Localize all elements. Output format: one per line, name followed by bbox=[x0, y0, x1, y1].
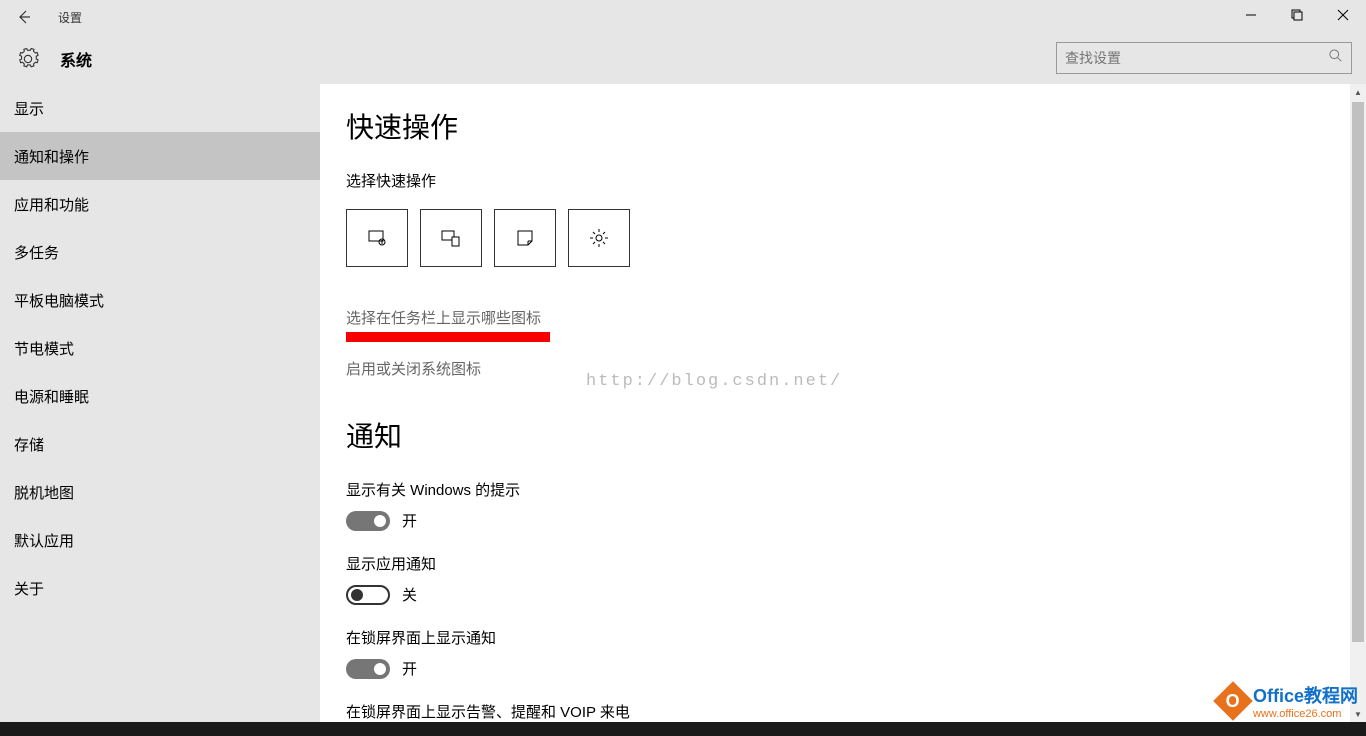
tile-tablet[interactable] bbox=[346, 209, 408, 267]
highlight-underline bbox=[346, 332, 550, 342]
sidebar-item-multitask[interactable]: 多任务 bbox=[0, 228, 320, 276]
tile-connect[interactable] bbox=[420, 209, 482, 267]
quick-action-tiles bbox=[346, 209, 1220, 267]
link-system-icons[interactable]: 启用或关闭系统图标 bbox=[346, 358, 481, 379]
header: 系统 bbox=[0, 34, 1366, 84]
quick-actions-heading: 快速操作 bbox=[346, 106, 1220, 146]
choose-quick-actions-label: 选择快速操作 bbox=[346, 170, 1220, 191]
back-button[interactable] bbox=[0, 0, 48, 34]
sidebar-item-notifications[interactable]: 通知和操作 bbox=[0, 132, 320, 180]
logo-watermark: O Office教程网 www.office26.com bbox=[1219, 682, 1358, 720]
main: 显示 通知和操作 应用和功能 多任务 平板电脑模式 节电模式 电源和睡眠 存储 … bbox=[0, 84, 1366, 722]
taskbar bbox=[0, 722, 1366, 736]
sidebar-item-storage[interactable]: 存储 bbox=[0, 420, 320, 468]
settings-icon bbox=[587, 226, 611, 250]
toggle-label: 在锁屏界面上显示通知 bbox=[346, 627, 1220, 648]
sidebar: 显示 通知和操作 应用和功能 多任务 平板电脑模式 节电模式 电源和睡眠 存储 … bbox=[0, 84, 320, 722]
sidebar-item-default-apps[interactable]: 默认应用 bbox=[0, 516, 320, 564]
notifications-heading: 通知 bbox=[346, 415, 1220, 455]
minimize-button[interactable] bbox=[1228, 0, 1274, 30]
sidebar-item-power[interactable]: 电源和睡眠 bbox=[0, 372, 320, 420]
toggle-windows-tips: 显示有关 Windows 的提示 开 bbox=[346, 479, 1220, 531]
toggle-label: 显示有关 Windows 的提示 bbox=[346, 479, 1220, 500]
toggle-lockscreen-notifications: 在锁屏界面上显示通知 开 bbox=[346, 627, 1220, 679]
toggle-switch[interactable] bbox=[346, 585, 390, 605]
toggle-label: 显示应用通知 bbox=[346, 553, 1220, 574]
toggle-app-notifications: 显示应用通知 关 bbox=[346, 553, 1220, 605]
sidebar-item-battery[interactable]: 节电模式 bbox=[0, 324, 320, 372]
tile-note[interactable] bbox=[494, 209, 556, 267]
toggle-state-text: 开 bbox=[402, 658, 417, 679]
tile-settings[interactable] bbox=[568, 209, 630, 267]
logo-badge: O bbox=[1213, 681, 1253, 721]
toggle-lockscreen-alerts: 在锁屏界面上显示告警、提醒和 VOIP 来电 开 bbox=[346, 701, 1220, 722]
sidebar-item-apps[interactable]: 应用和功能 bbox=[0, 180, 320, 228]
search-icon bbox=[1329, 49, 1343, 68]
sidebar-item-display[interactable]: 显示 bbox=[0, 84, 320, 132]
tablet-icon bbox=[365, 226, 389, 250]
connect-icon bbox=[439, 226, 463, 250]
sidebar-item-about[interactable]: 关于 bbox=[0, 564, 320, 612]
logo-text-2: www.office26.com bbox=[1253, 708, 1358, 720]
toggle-label: 在锁屏界面上显示告警、提醒和 VOIP 来电 bbox=[346, 701, 1220, 722]
logo-text-1: Office教程网 bbox=[1253, 682, 1358, 708]
note-icon bbox=[513, 226, 537, 250]
search-input[interactable] bbox=[1065, 50, 1329, 66]
scroll-up-icon[interactable]: ▲ bbox=[1350, 84, 1366, 100]
toggle-switch[interactable] bbox=[346, 659, 390, 679]
header-title: 系统 bbox=[60, 47, 92, 71]
arrow-left-icon bbox=[14, 7, 34, 27]
maximize-button[interactable] bbox=[1274, 0, 1320, 30]
gear-icon bbox=[10, 48, 46, 70]
toggle-switch[interactable] bbox=[346, 511, 390, 531]
window-title: 设置 bbox=[58, 9, 82, 26]
window-controls bbox=[1228, 0, 1366, 30]
sidebar-item-maps[interactable]: 脱机地图 bbox=[0, 468, 320, 516]
watermark-text: http://blog.csdn.net/ bbox=[586, 372, 842, 391]
toggle-state-text: 关 bbox=[402, 584, 417, 605]
close-button[interactable] bbox=[1320, 0, 1366, 30]
sidebar-item-tablet[interactable]: 平板电脑模式 bbox=[0, 276, 320, 324]
toggle-state-text: 开 bbox=[402, 510, 417, 531]
scrollbar[interactable]: ▲ ▼ bbox=[1350, 84, 1366, 722]
search-box[interactable] bbox=[1056, 42, 1352, 74]
scrollbar-thumb[interactable] bbox=[1352, 102, 1364, 642]
titlebar: 设置 bbox=[0, 0, 1366, 34]
content-area: 快速操作 选择快速操作 选择在任务栏上显示哪些图标 启用或关闭系统图标 通知 显… bbox=[320, 84, 1366, 722]
link-taskbar-icons[interactable]: 选择在任务栏上显示哪些图标 bbox=[346, 307, 541, 328]
